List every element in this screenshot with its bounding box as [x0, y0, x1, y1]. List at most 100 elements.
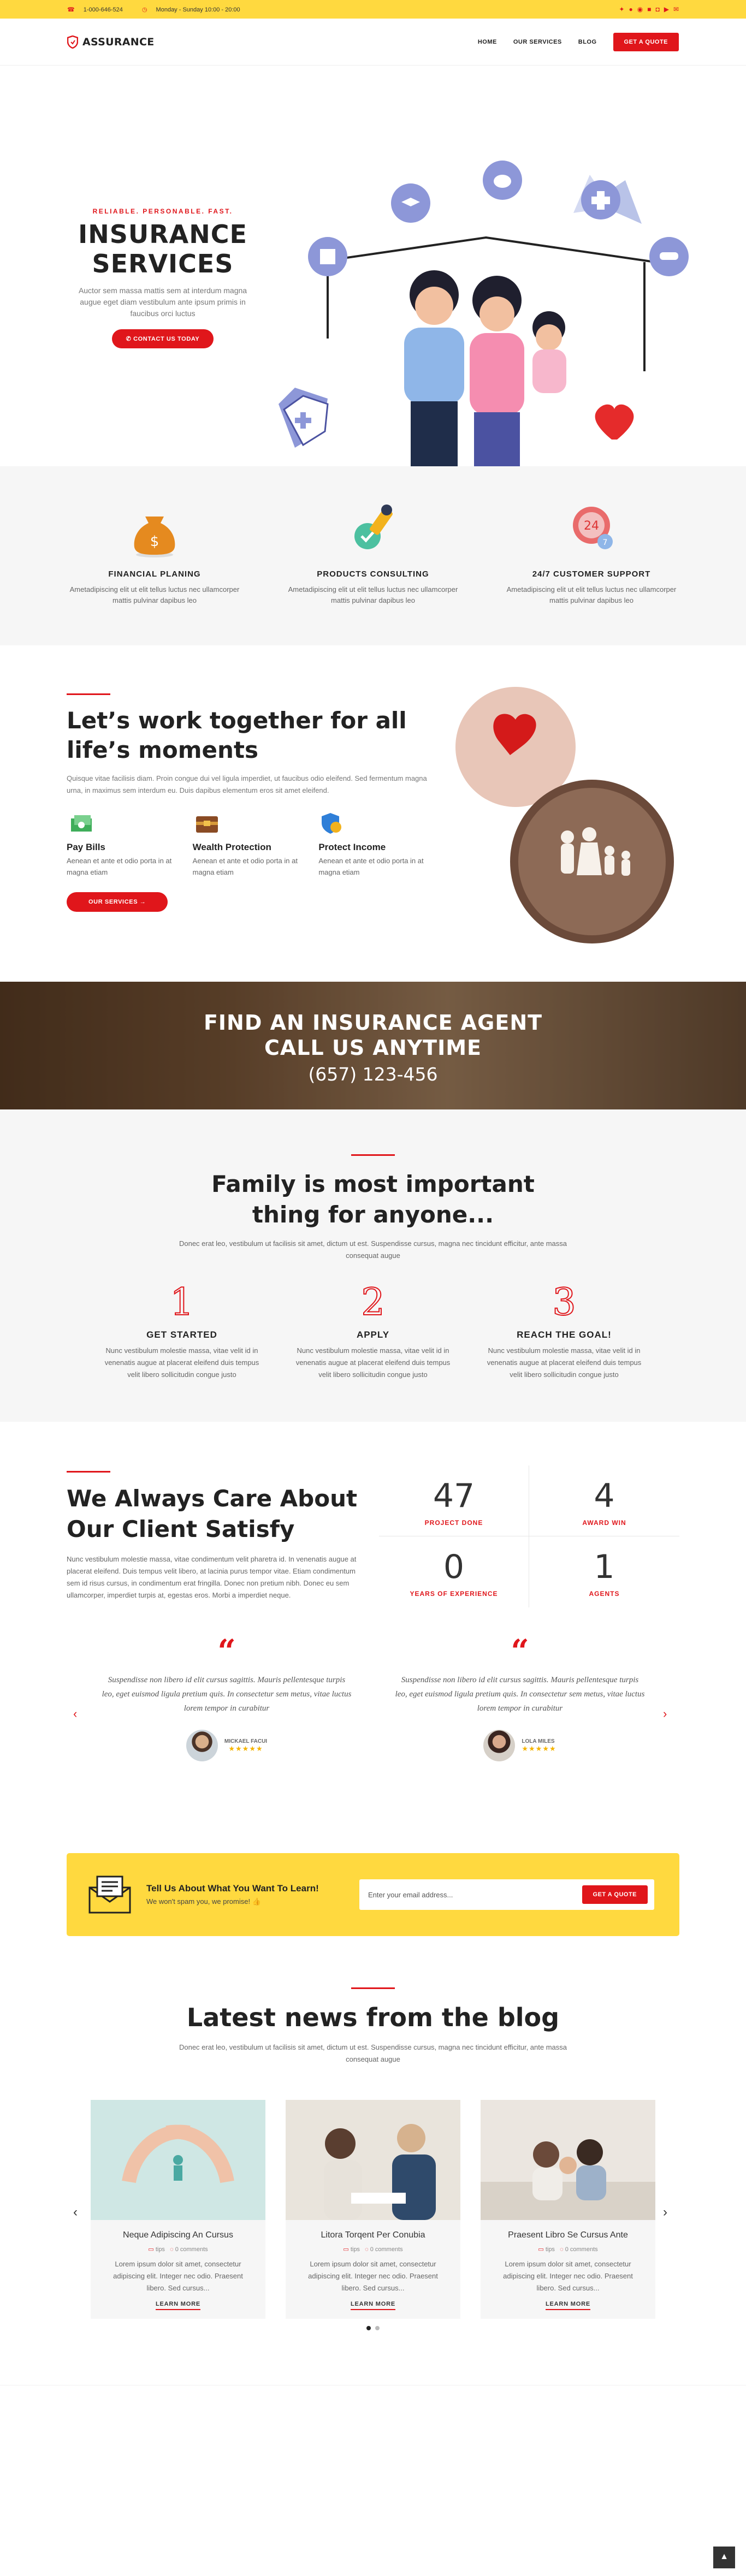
feature-products-consulting: PRODUCTS CONSULTING Ametadipiscing elit … — [286, 498, 460, 606]
folder-icon: ▭ — [538, 2246, 544, 2253]
email-icon[interactable]: ✉ — [673, 5, 679, 13]
rating-stars: ★★★★★ — [228, 1744, 263, 1753]
item-pay-bills: Pay Bills Aenean et ante et odio porta i… — [67, 809, 181, 878]
hero-kicker: RELIABLE. PERSONABLE. FAST. — [92, 207, 233, 215]
consulting-icon — [354, 504, 393, 549]
carousel-dots — [0, 2326, 746, 2330]
svg-text:24: 24 — [584, 519, 599, 533]
step-apply: 2 APPLY Nunc vestibulum molestie massa, … — [295, 1281, 451, 1379]
post-excerpt: Lorem ipsum dolor sit amet, consectetur … — [308, 2260, 438, 2292]
hero-text: RELIABLE. PERSONABLE. FAST. INSURANCE SER… — [70, 207, 256, 348]
pinterest-icon[interactable]: ◉ — [637, 5, 643, 13]
support-24-7-icon: 24 7 — [573, 507, 613, 549]
post-excerpt: Lorem ipsum dolor sit amet, consectetur … — [113, 2260, 243, 2292]
blog-post-card: Neque Adipiscing An Cursus ▭ tips ◌ 0 co… — [91, 2100, 265, 2319]
wealth-icon — [196, 816, 218, 833]
avatar — [483, 1730, 516, 1761]
facebook-icon[interactable]: ● — [629, 5, 632, 13]
site-header: ASSURANCE HOME OUR SERVICES BLOG GET A Q… — [0, 19, 746, 66]
svg-text:7: 7 — [603, 538, 608, 547]
blog-description: Donec erat leo, vestibulum ut facilisis … — [179, 2043, 567, 2063]
hero-section: RELIABLE. PERSONABLE. FAST. INSURANCE SER… — [0, 66, 746, 466]
phone-icon: ☎ — [67, 6, 75, 13]
rating-stars: ★★★★★ — [522, 1744, 556, 1753]
post-image — [286, 2100, 460, 2220]
post-title[interactable]: Litora Torqent Per Conubia — [286, 2230, 460, 2240]
nav-home[interactable]: HOME — [478, 39, 497, 45]
hours-info: ◷ Monday - Sunday 10:00 - 20:00 — [141, 6, 240, 13]
carousel-dot[interactable] — [366, 2326, 371, 2330]
contact-us-button[interactable]: ✆ CONTACT US TODAY — [111, 329, 214, 348]
stats-grid: 47 PROJECT DONE 4 AWARD WIN 0 YEARS OF EXPE… — [379, 1465, 679, 1607]
get-quote-button[interactable]: GET A QUOTE — [613, 33, 679, 51]
folder-icon: ▭ — [343, 2246, 349, 2253]
testimonial-card: “ Suspendisse non libero id elit cursus … — [101, 1633, 352, 1761]
twitter-icon[interactable]: ✦ — [619, 5, 624, 13]
step-reach-goal: 3 REACH THE GOAL! Nunc vestibulum molest… — [487, 1281, 642, 1379]
family-description: Donec erat leo, vestibulum ut facilisis … — [179, 1239, 567, 1260]
youtube-icon[interactable]: ▶ — [664, 5, 669, 13]
testimonials-carousel: ‹ “ Suspendisse non libero id elit cursu… — [0, 1624, 746, 1853]
logo[interactable]: ASSURANCE — [67, 35, 155, 49]
section-divider — [351, 1987, 395, 1989]
carousel-dot[interactable] — [375, 2326, 380, 2330]
features-section: $ FINANCIAL PLANING Ametadipiscing elit … — [0, 466, 746, 645]
hero-description: Auctor sem massa mattis sem at interdum … — [78, 286, 247, 318]
section-divider — [351, 1154, 395, 1156]
work-description: Quisque vitae facilisis diam. Proin cong… — [67, 774, 427, 794]
footer-area: ▲ — [0, 2385, 746, 2576]
agent-phone[interactable]: (657) 123-456 — [0, 1064, 746, 1085]
family-section: Family is most important thing for anyone… — [0, 1109, 746, 1422]
our-services-button[interactable]: OUR SERVICES → — [67, 892, 168, 912]
email-input[interactable] — [368, 1890, 554, 1899]
insurance-agent-banner: FIND AN INSURANCE AGENT CALL US ANYTIME (… — [0, 982, 746, 1109]
stat-project-done: 47 PROJECT DONE — [379, 1465, 529, 1536]
linkedin-icon[interactable]: ■ — [647, 5, 651, 13]
avatar — [186, 1730, 218, 1761]
post-title[interactable]: Neque Adipiscing An Cursus — [91, 2230, 265, 2240]
newsletter-form: GET A QUOTE — [359, 1879, 654, 1910]
top-bar: ☎ 1-000-646-524 ◷ Monday - Sunday 10:00 - … — [0, 0, 746, 19]
stat-award-win: 4 AWARD WIN — [529, 1465, 679, 1536]
protect-income-icon — [322, 813, 342, 834]
learn-more-link[interactable]: LEARN MORE — [156, 2301, 200, 2310]
agent-heading: FIND AN INSURANCE AGENT CALL US ANYTIME — [203, 1011, 543, 1060]
quote-icon: “ — [217, 1633, 236, 1670]
instagram-icon[interactable]: ◘ — [655, 5, 659, 13]
section-divider — [67, 1471, 110, 1473]
stat-agents: 1 AGENTS — [589, 1548, 620, 1598]
care-title: We Always Care About Our Client Satisfy — [67, 1485, 358, 1542]
nav-blog[interactable]: BLOG — [578, 39, 597, 45]
section-divider — [67, 693, 110, 695]
post-title[interactable]: Praesent Libro Se Cursus Ante — [481, 2230, 655, 2240]
hero-title: INSURANCE SERVICES — [78, 219, 247, 278]
item-wealth-protection: Wealth Protection Aenean et ante et odio… — [193, 809, 307, 878]
item-protect-income: Protect Income Aenean et ante et odio po… — [318, 809, 433, 878]
nav-our-services[interactable]: OUR SERVICES — [513, 39, 562, 45]
comment-icon: ◌ — [560, 2246, 564, 2253]
feature-customer-support: 24 7 24/7 CUSTOMER SUPPORT Ametadipiscing… — [504, 498, 679, 606]
blog-next-arrow[interactable]: › — [663, 2205, 667, 2220]
phone-info[interactable]: ☎ 1-000-646-524 — [67, 7, 132, 13]
care-description: Nunc vestibulum molestie massa, vitae co… — [67, 1555, 357, 1599]
work-title: Let’s work together for all life’s momen… — [67, 707, 407, 763]
blog-post-card: Litora Torqent Per Conubia ▭ tips ◌ 0 co… — [286, 2100, 460, 2319]
learn-more-link[interactable]: LEARN MORE — [351, 2301, 395, 2310]
newsletter-title: Tell Us About What You Want To Learn! — [146, 1883, 319, 1894]
hands-heart-family-image — [455, 687, 674, 943]
scroll-to-top-button[interactable]: ▲ — [713, 2547, 735, 2568]
post-image — [481, 2100, 655, 2220]
blog-prev-arrow[interactable]: ‹ — [73, 2205, 78, 2220]
quote-icon: “ — [511, 1633, 529, 1670]
newsletter-submit-button[interactable]: GET A QUOTE — [582, 1885, 648, 1904]
learn-more-link[interactable]: LEARN MORE — [546, 2301, 590, 2310]
testimonial-card: “ Suspendisse non libero id elit cursus … — [394, 1633, 646, 1761]
post-image — [91, 2100, 265, 2220]
testimonial-next-arrow[interactable]: › — [663, 1707, 667, 1721]
family-title: Family is most important thing for anyone… — [211, 1171, 535, 1228]
testimonial-prev-arrow[interactable]: ‹ — [73, 1707, 77, 1721]
work-together-section: Let’s work together for all life’s momen… — [0, 645, 746, 982]
newsletter-section: Tell Us About What You Want To Learn! We… — [0, 1853, 746, 1987]
svg-text:$: $ — [150, 533, 159, 550]
stat-years-experience: 0 YEARS OF EXPERIENCE — [379, 1536, 529, 1607]
